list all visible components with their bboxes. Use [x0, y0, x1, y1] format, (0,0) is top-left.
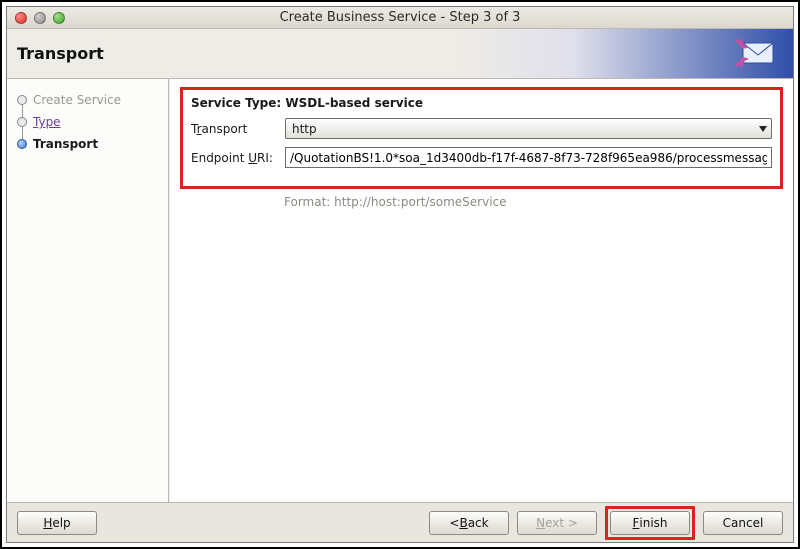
wizard-steps-sidebar: Create Service Type Transport — [7, 79, 169, 502]
sidebar-item-label: Transport — [33, 137, 98, 151]
step-node-icon — [17, 139, 27, 149]
chevron-down-icon — [759, 126, 767, 132]
cancel-button[interactable]: Cancel — [703, 511, 783, 535]
step-node-icon — [17, 95, 27, 105]
back-button[interactable]: < Back — [429, 511, 509, 535]
wizard-content: Service Type: WSDL-based service Transpo… — [169, 79, 793, 502]
wizard-window: Create Business Service - Step 3 of 3 Tr… — [6, 6, 794, 543]
transport-combo-value: http — [292, 122, 317, 136]
minimize-icon[interactable] — [34, 12, 46, 24]
close-icon[interactable] — [15, 12, 27, 24]
endpoint-uri-field[interactable] — [285, 147, 772, 168]
titlebar: Create Business Service - Step 3 of 3 — [7, 7, 793, 29]
zoom-icon[interactable] — [53, 12, 65, 24]
service-type-value: WSDL-based service — [285, 96, 423, 110]
wizard-footer: Help < Back Next > Finish Cancel — [7, 502, 793, 542]
sidebar-item-type[interactable]: Type — [17, 111, 160, 133]
help-button[interactable]: Help — [17, 511, 97, 535]
transport-row: Transport http — [191, 118, 772, 139]
step-node-icon — [17, 117, 27, 127]
finish-button[interactable]: Finish — [610, 511, 690, 535]
next-button: Next > — [517, 511, 597, 535]
endpoint-label: Endpoint URI: — [191, 151, 275, 165]
wizard-header: Transport — [7, 29, 793, 79]
page-title: Transport — [17, 44, 104, 63]
service-type-row: Service Type: WSDL-based service — [191, 96, 772, 110]
finish-highlight: Finish — [605, 506, 695, 540]
sidebar-item-create-service: Create Service — [17, 89, 160, 111]
sidebar-item-label: Create Service — [33, 93, 121, 107]
service-type-label: Service Type: — [191, 96, 281, 110]
transport-combo[interactable]: http — [285, 118, 772, 139]
sidebar-item-label: Type — [33, 115, 61, 129]
endpoint-format-hint: Format: http://host:port/someService — [284, 195, 783, 209]
window-controls — [7, 12, 65, 24]
form-highlight: Service Type: WSDL-based service Transpo… — [180, 87, 783, 189]
transport-label: Transport — [191, 122, 275, 136]
envelope-icon — [733, 35, 779, 76]
sidebar-item-transport[interactable]: Transport — [17, 133, 160, 155]
window-title: Create Business Service - Step 3 of 3 — [7, 10, 793, 25]
endpoint-row: Endpoint URI: — [191, 147, 772, 168]
